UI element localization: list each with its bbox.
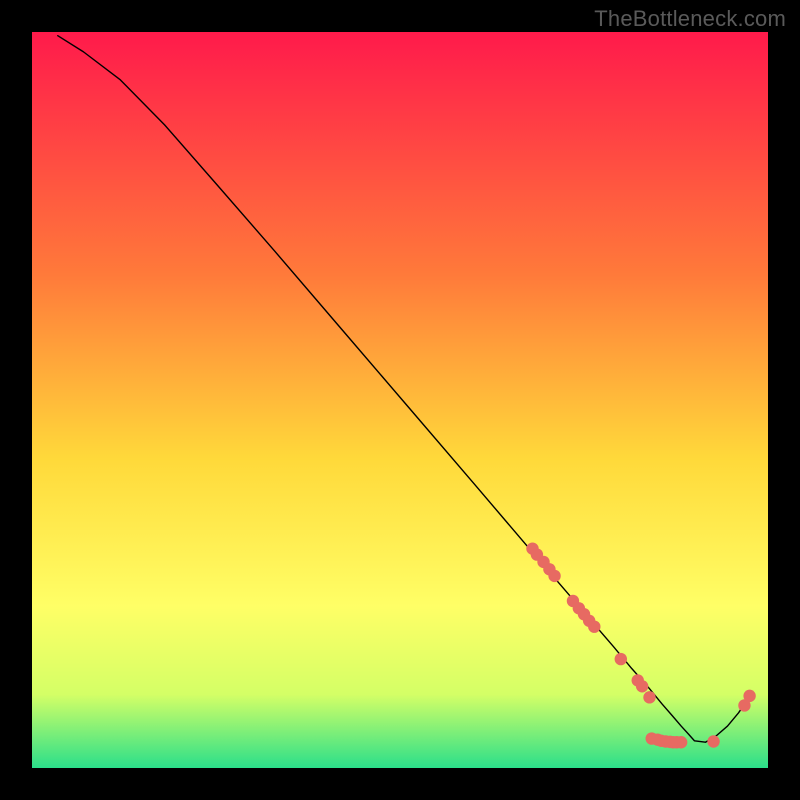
watermark-text: TheBottleneck.com [594, 6, 786, 32]
curve-marker [588, 620, 600, 632]
curve-marker [548, 570, 560, 582]
plot-background [32, 32, 768, 768]
curve-marker [615, 653, 627, 665]
chart-stage: TheBottleneck.com [0, 0, 800, 800]
curve-marker [743, 690, 755, 702]
curve-marker [707, 735, 719, 747]
curve-marker [675, 736, 687, 748]
bottleneck-chart [0, 0, 800, 800]
curve-marker [636, 680, 648, 692]
curve-marker [643, 691, 655, 703]
